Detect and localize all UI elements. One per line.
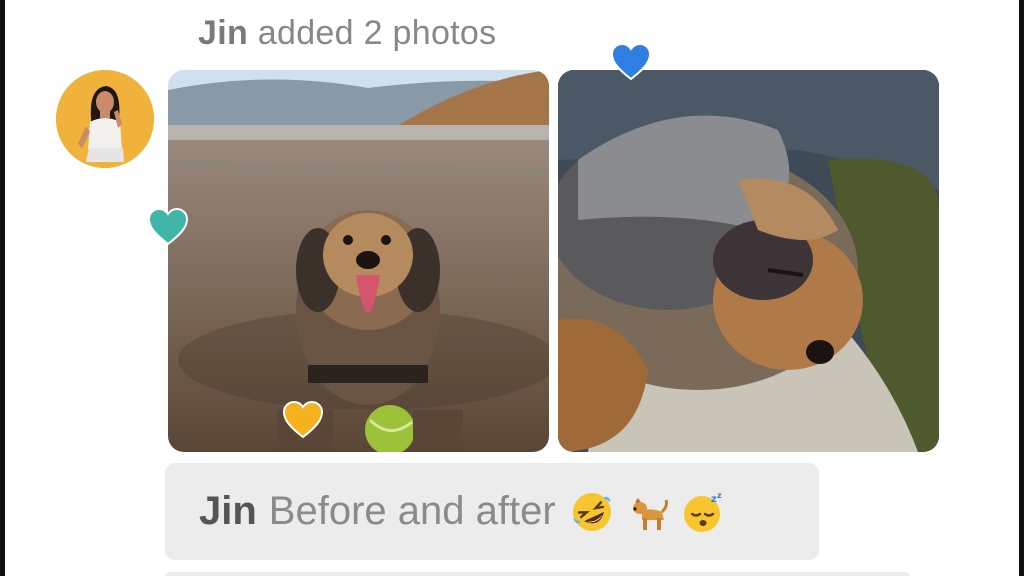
avatar[interactable]	[56, 70, 154, 168]
next-message-bubble	[165, 572, 910, 576]
sleeping-face-emoji-icon: z z	[682, 490, 726, 534]
avatar-portrait	[56, 70, 154, 168]
caption-message-bubble[interactable]: Jin Before and after z z	[165, 463, 819, 560]
photo-dog-road-image	[168, 70, 549, 452]
photo-dog-sleeping[interactable]	[558, 70, 939, 452]
dog-emoji-icon	[626, 490, 670, 534]
photo-dog-road[interactable]	[168, 70, 549, 452]
left-edge	[0, 0, 5, 576]
teal-heart-icon[interactable]	[147, 207, 189, 247]
caption-text: Before and after	[268, 489, 556, 533]
svg-text:z: z	[717, 491, 722, 500]
sender-name: Jin	[198, 14, 249, 52]
activity-text: added 2 photos	[257, 14, 497, 52]
caption-sender-name: Jin	[199, 489, 257, 533]
chat-screen: Jin added 2 photos Jin Before and after …	[0, 0, 1024, 576]
blue-heart-icon[interactable]	[610, 42, 652, 82]
rofl-emoji-icon	[570, 490, 614, 534]
right-edge	[1019, 0, 1024, 576]
photo-activity-header: Jin added 2 photos	[198, 14, 496, 53]
yellow-heart-icon[interactable]	[282, 400, 324, 440]
photo-dog-sleeping-image	[558, 70, 939, 452]
